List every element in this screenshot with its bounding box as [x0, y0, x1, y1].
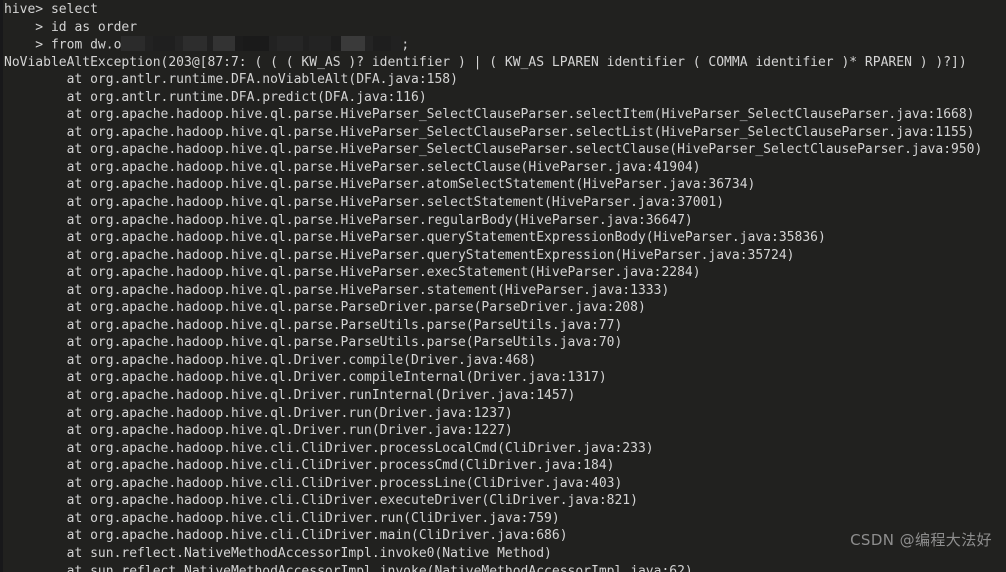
console-line-text: at org.apache.hadoop.hive.ql.parse.HiveP… — [4, 282, 670, 298]
stack-2: at org.antlr.runtime.DFA.predict(DFA.jav… — [4, 89, 1006, 107]
redaction-block — [213, 36, 236, 52]
console-line-text: at org.apache.hadoop.hive.cli.CliDriver.… — [4, 440, 654, 456]
stack-16: at org.apache.hadoop.hive.ql.parse.Parse… — [4, 334, 1006, 352]
stack-19: at org.apache.hadoop.hive.ql.Driver.runI… — [4, 387, 1006, 405]
redacted-table-name — [121, 35, 402, 53]
console-line-text: at org.apache.hadoop.hive.ql.parse.HiveP… — [4, 265, 701, 281]
exception-header: NoViableAltException(203@[87:7: ( ( ( KW… — [4, 54, 1006, 72]
console-line-text: at org.apache.hadoop.hive.ql.parse.HiveP… — [4, 159, 701, 175]
stack-6: at org.apache.hadoop.hive.ql.parse.HiveP… — [4, 159, 1006, 177]
console-line-text: at sun.reflect.NativeMethodAccessorImpl.… — [4, 563, 693, 572]
stack-18: at org.apache.hadoop.hive.ql.Driver.comp… — [4, 369, 1006, 387]
console-line-text: at org.apache.hadoop.hive.ql.Driver.comp… — [4, 352, 537, 368]
prompt-line-3: > from dw.o; — [4, 36, 1006, 54]
console-line-text: at org.apache.hadoop.hive.ql.parse.HiveP… — [4, 142, 983, 158]
stack-3: at org.apache.hadoop.hive.ql.parse.HiveP… — [4, 106, 1006, 124]
stack-1: at org.antlr.runtime.DFA.noViableAlt(DFA… — [4, 71, 1006, 89]
redaction-block — [243, 36, 270, 52]
console-line-text: at org.apache.hadoop.hive.ql.parse.HiveP… — [4, 107, 975, 123]
stack-7: at org.apache.hadoop.hive.ql.parse.HiveP… — [4, 176, 1006, 194]
console-output: hive> select > id as order > from dw.o; N… — [4, 1, 1006, 572]
console-line-text: at org.apache.hadoop.hive.ql.parse.Parse… — [4, 317, 623, 333]
stack-10: at org.apache.hadoop.hive.ql.parse.HiveP… — [4, 229, 1006, 247]
console-line-suffix: ; — [401, 37, 410, 53]
console-line-text: at org.apache.hadoop.hive.cli.CliDriver.… — [4, 475, 623, 491]
stack-15: at org.apache.hadoop.hive.ql.parse.Parse… — [4, 317, 1006, 335]
stack-12: at org.apache.hadoop.hive.ql.parse.HiveP… — [4, 264, 1006, 282]
stack-14: at org.apache.hadoop.hive.ql.parse.Parse… — [4, 299, 1006, 317]
console-line-text: at org.apache.hadoop.hive.ql.Driver.run(… — [4, 405, 513, 421]
redaction-block — [183, 36, 208, 52]
stack-29: at sun.reflect.NativeMethodAccessorImpl.… — [4, 563, 1006, 572]
stack-17: at org.apache.hadoop.hive.ql.Driver.comp… — [4, 352, 1006, 370]
redaction-block — [309, 36, 332, 52]
console-line-text: at org.apache.hadoop.hive.cli.CliDriver.… — [4, 493, 638, 509]
redaction-block — [277, 36, 304, 52]
console-line-text: at org.apache.hadoop.hive.ql.parse.HiveP… — [4, 230, 826, 246]
console-line-text: at org.apache.hadoop.hive.ql.parse.HiveP… — [4, 195, 725, 211]
console-line-text: at org.antlr.runtime.DFA.predict(DFA.jav… — [4, 89, 427, 105]
console-line-text: at sun.reflect.NativeMethodAccessorImpl.… — [4, 545, 552, 561]
stack-26: at org.apache.hadoop.hive.cli.CliDriver.… — [4, 510, 1006, 528]
stack-20: at org.apache.hadoop.hive.ql.Driver.run(… — [4, 405, 1006, 423]
stack-13: at org.apache.hadoop.hive.ql.parse.HiveP… — [4, 282, 1006, 300]
redaction-block — [153, 36, 176, 52]
console-line-text: NoViableAltException(203@[87:7: ( ( ( KW… — [4, 54, 967, 70]
console-line-text: at org.apache.hadoop.hive.ql.parse.Parse… — [4, 300, 646, 316]
stack-4: at org.apache.hadoop.hive.ql.parse.HiveP… — [4, 124, 1006, 142]
console-line-text: at org.apache.hadoop.hive.ql.parse.HiveP… — [4, 247, 795, 263]
console-line-text: at org.apache.hadoop.hive.ql.parse.HiveP… — [4, 212, 693, 228]
stack-25: at org.apache.hadoop.hive.cli.CliDriver.… — [4, 492, 1006, 510]
stack-23: at org.apache.hadoop.hive.cli.CliDriver.… — [4, 457, 1006, 475]
redaction-block — [391, 36, 402, 52]
redaction-block — [121, 36, 146, 52]
prompt-line-1: hive> select — [4, 1, 1006, 19]
redaction-block — [365, 36, 374, 52]
redaction-block — [269, 36, 278, 52]
redaction-block — [331, 36, 342, 52]
hive-cli-terminal[interactable]: hive> select > id as order > from dw.o; N… — [0, 0, 1006, 572]
stack-8: at org.apache.hadoop.hive.ql.parse.HiveP… — [4, 194, 1006, 212]
stack-22: at org.apache.hadoop.hive.cli.CliDriver.… — [4, 440, 1006, 458]
console-line-text: at org.apache.hadoop.hive.ql.parse.HiveP… — [4, 124, 975, 140]
console-line-text: at org.apache.hadoop.hive.cli.CliDriver.… — [4, 510, 560, 526]
stack-24: at org.apache.hadoop.hive.cli.CliDriver.… — [4, 475, 1006, 493]
console-line-text: at org.apache.hadoop.hive.ql.Driver.comp… — [4, 370, 607, 386]
console-line-text: > from dw.o — [4, 37, 122, 53]
stack-21: at org.apache.hadoop.hive.ql.Driver.run(… — [4, 422, 1006, 440]
console-line-text: > id as order — [4, 19, 138, 35]
console-line-text: hive> select — [4, 2, 98, 17]
redaction-block — [145, 36, 154, 52]
stack-11: at org.apache.hadoop.hive.ql.parse.HiveP… — [4, 247, 1006, 265]
console-line-text: at org.apache.hadoop.hive.ql.Driver.run(… — [4, 423, 513, 439]
terminal-left-gutter — [0, 0, 3, 572]
redaction-block — [373, 36, 392, 52]
console-line-text: at org.antlr.runtime.DFA.noViableAlt(DFA… — [4, 72, 458, 88]
console-line-text: at org.apache.hadoop.hive.cli.CliDriver.… — [4, 458, 615, 474]
prompt-line-2: > id as order — [4, 19, 1006, 37]
console-line-text: at org.apache.hadoop.hive.ql.parse.HiveP… — [4, 177, 756, 193]
redaction-block — [341, 36, 366, 52]
redaction-block — [175, 36, 184, 52]
stack-28: at sun.reflect.NativeMethodAccessorImpl.… — [4, 545, 1006, 563]
stack-9: at org.apache.hadoop.hive.ql.parse.HiveP… — [4, 212, 1006, 230]
console-line-text: at org.apache.hadoop.hive.ql.Driver.runI… — [4, 388, 576, 404]
stack-27: at org.apache.hadoop.hive.cli.CliDriver.… — [4, 527, 1006, 545]
console-line-text: at org.apache.hadoop.hive.cli.CliDriver.… — [4, 528, 568, 544]
stack-5: at org.apache.hadoop.hive.ql.parse.HiveP… — [4, 141, 1006, 159]
redaction-block — [235, 36, 244, 52]
console-line-text: at org.apache.hadoop.hive.ql.parse.Parse… — [4, 335, 623, 351]
